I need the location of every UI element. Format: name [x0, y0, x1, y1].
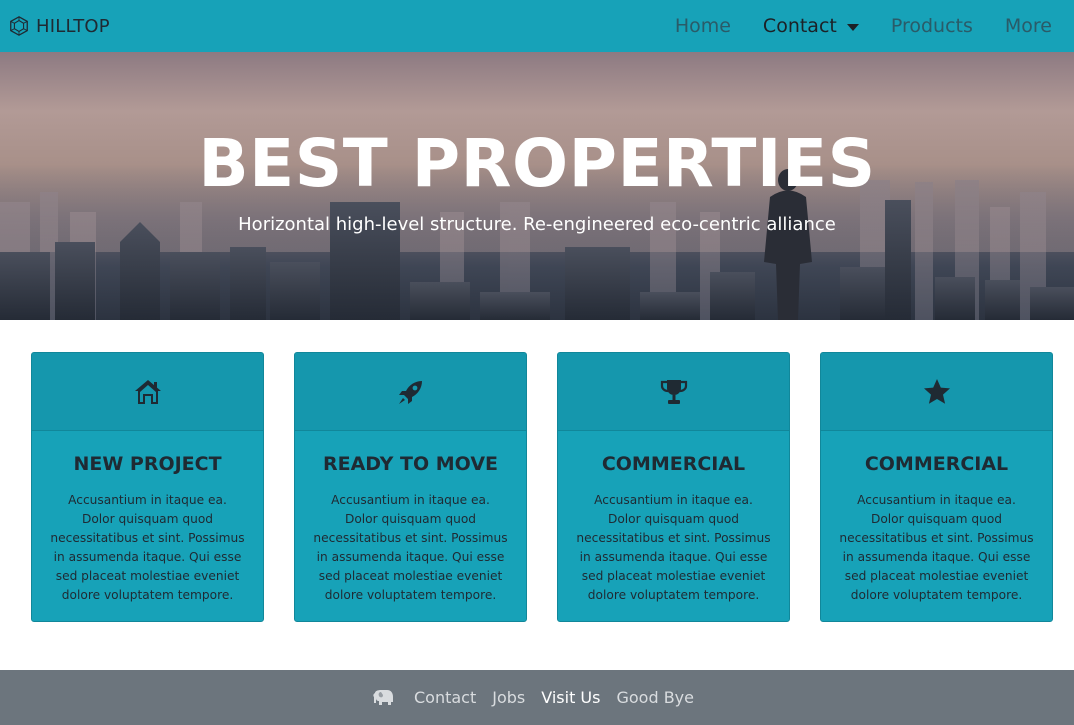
card-title: NEW PROJECT — [73, 453, 222, 475]
footer-link-visit-us[interactable]: Visit Us — [541, 688, 600, 707]
hero-title: BEST PROPERTIES — [198, 125, 876, 202]
footer-link-jobs[interactable]: Jobs — [492, 688, 525, 707]
feature-card-commercial-2: COMMERCIAL Accusantium in itaque ea. Dol… — [820, 352, 1053, 622]
brand-link[interactable]: HILLTOP — [8, 13, 110, 39]
footer: Contact Jobs Visit Us Good Bye — [0, 670, 1074, 725]
card-header — [821, 353, 1052, 431]
feature-card-new-project: NEW PROJECT Accusantium in itaque ea. Do… — [31, 352, 264, 622]
feature-card-ready-to-move: READY TO MOVE Accusantium in itaque ea. … — [294, 352, 527, 622]
footer-link-good-bye[interactable]: Good Bye — [616, 688, 694, 707]
nav-more-label: More — [1004, 15, 1052, 37]
hero-banner: BEST PROPERTIES Horizontal high-level st… — [0, 52, 1074, 320]
nav-home[interactable]: Home — [675, 15, 731, 37]
caret-down-icon — [846, 23, 859, 31]
card-title: COMMERCIAL — [864, 453, 1009, 475]
trophy-icon — [660, 379, 687, 404]
card-header — [558, 353, 789, 431]
feature-card-commercial-1: COMMERCIAL Accusantium in itaque ea. Dol… — [557, 352, 790, 622]
nav-products-label: Products — [890, 15, 973, 37]
elephant-icon — [373, 689, 393, 705]
main-nav: Home Contact Products More — [643, 0, 1052, 52]
star-icon — [923, 378, 950, 404]
card-text: Accusantium in itaque ea. Dolor quisquam… — [50, 493, 245, 602]
home-icon — [134, 379, 161, 404]
footer-link-contact[interactable]: Contact — [414, 688, 476, 707]
rocket-icon — [398, 380, 422, 404]
card-text: Accusantium in itaque ea. Dolor quisquam… — [839, 493, 1034, 602]
nav-products[interactable]: Products — [891, 15, 973, 37]
nav-more[interactable]: More — [1005, 15, 1052, 37]
nav-contact-dropdown[interactable]: Contact — [763, 15, 859, 37]
hexagon-logo-icon — [10, 16, 28, 36]
card-text: Accusantium in itaque ea. Dolor quisquam… — [576, 493, 771, 602]
nav-contact-label: Contact — [762, 15, 837, 37]
card-title: COMMERCIAL — [601, 453, 746, 475]
card-title: READY TO MOVE — [322, 453, 499, 475]
brand-name: HILLTOP — [36, 15, 110, 37]
hero-subtitle: Horizontal high-level structure. Re-engi… — [238, 214, 836, 235]
card-header — [32, 353, 263, 431]
navbar: HILLTOP Home Contact Products More — [0, 0, 1074, 52]
card-text: Accusantium in itaque ea. Dolor quisquam… — [313, 493, 508, 602]
card-header — [295, 353, 526, 431]
nav-home-label: Home — [674, 15, 731, 37]
